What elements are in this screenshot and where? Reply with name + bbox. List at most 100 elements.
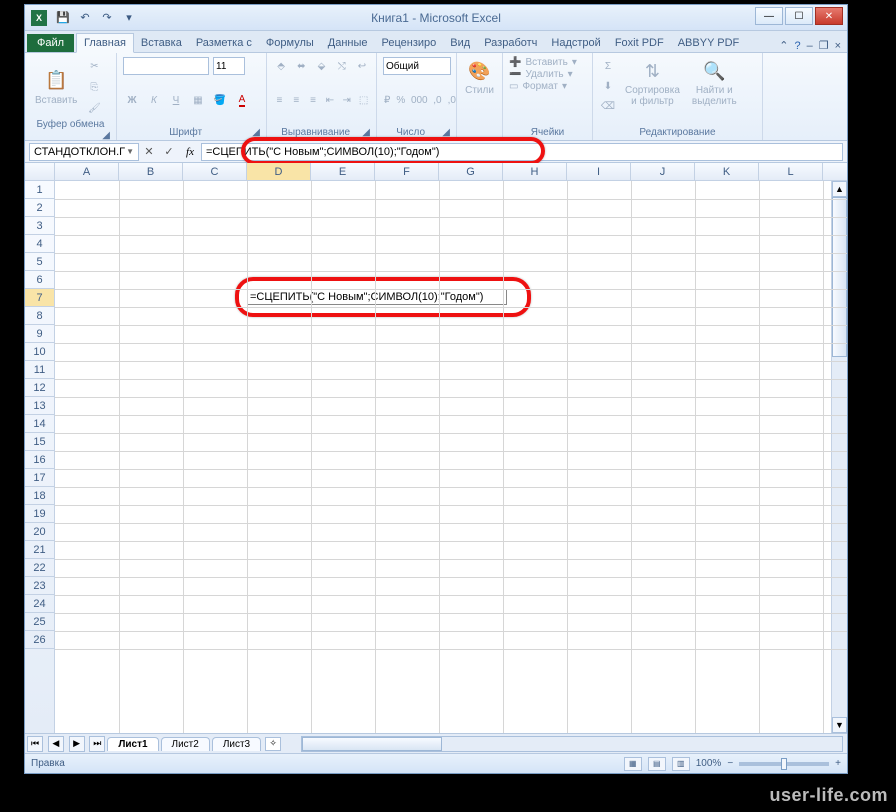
percent-icon[interactable]: % — [395, 91, 406, 109]
scroll-down-icon[interactable]: ▼ — [832, 717, 847, 733]
doc-min-icon[interactable]: – — [807, 40, 813, 52]
vertical-scrollbar[interactable]: ▲ ▼ — [831, 181, 847, 733]
row-header-4[interactable]: 4 — [25, 235, 54, 253]
tab-review[interactable]: Рецензиро — [375, 34, 444, 52]
row-header-6[interactable]: 6 — [25, 271, 54, 289]
row-header-26[interactable]: 26 — [25, 631, 54, 649]
col-header-D[interactable]: D — [247, 163, 311, 180]
tab-formulas[interactable]: Формулы — [259, 34, 321, 52]
ribbon-minimize-icon[interactable]: ⌃ — [779, 39, 788, 52]
row-header-15[interactable]: 15 — [25, 433, 54, 451]
cells-delete-button[interactable]: ➖Удалить▾ — [509, 69, 586, 80]
dec-decimal-icon[interactable]: ,0 — [447, 91, 457, 109]
col-header-C[interactable]: C — [183, 163, 247, 180]
cancel-formula-icon[interactable]: ✕ — [139, 145, 159, 158]
tab-home[interactable]: Главная — [76, 33, 134, 53]
tab-data[interactable]: Данные — [321, 34, 375, 52]
comma-icon[interactable]: 000 — [410, 91, 428, 109]
font-launcher-icon[interactable]: ◢ — [252, 127, 260, 138]
orientation-icon[interactable]: ⤭ — [334, 57, 350, 75]
inc-decimal-icon[interactable]: ,0 — [432, 91, 442, 109]
row-header-21[interactable]: 21 — [25, 541, 54, 559]
row-header-13[interactable]: 13 — [25, 397, 54, 415]
align-top-icon[interactable]: ⬘ — [273, 57, 289, 75]
clear-icon[interactable]: ⌫ — [599, 97, 617, 115]
tab-abbyy[interactable]: ABBYY PDF — [671, 34, 747, 52]
formula-input[interactable]: =СЦЕПИТЬ("С Новым";СИМВОЛ(10);"Годом") — [201, 143, 843, 161]
font-name-combo[interactable] — [123, 57, 209, 75]
sheet-tab-1[interactable]: Лист1 — [107, 737, 158, 751]
tab-page-layout[interactable]: Разметка с — [189, 34, 259, 52]
row-header-11[interactable]: 11 — [25, 361, 54, 379]
zoom-thumb[interactable] — [781, 758, 787, 770]
zoom-slider[interactable] — [739, 762, 829, 766]
new-sheet-icon[interactable]: ✧ — [265, 737, 281, 751]
tab-view[interactable]: Вид — [443, 34, 477, 52]
row-header-3[interactable]: 3 — [25, 217, 54, 235]
hscroll-thumb[interactable] — [302, 737, 442, 751]
fill-color-icon[interactable]: 🪣 — [211, 91, 229, 109]
clipboard-launcher-icon[interactable]: ◢ — [102, 130, 110, 141]
col-header-A[interactable]: A — [55, 163, 119, 180]
row-header-17[interactable]: 17 — [25, 469, 54, 487]
row-header-10[interactable]: 10 — [25, 343, 54, 361]
close-button[interactable]: ✕ — [815, 7, 843, 25]
qat-undo-icon[interactable]: ↶ — [77, 10, 93, 26]
tab-foxit[interactable]: Foxit PDF — [608, 34, 671, 52]
paste-button[interactable]: 📋 Вставить — [31, 67, 81, 108]
select-all-corner[interactable] — [25, 163, 55, 180]
sheet-tab-2[interactable]: Лист2 — [161, 737, 210, 751]
row-header-23[interactable]: 23 — [25, 577, 54, 595]
row-header-22[interactable]: 22 — [25, 559, 54, 577]
sort-filter-button[interactable]: ⇅ Сортировка и фильтр — [621, 57, 684, 109]
alignment-launcher-icon[interactable]: ◢ — [362, 127, 370, 138]
row-header-7[interactable]: 7 — [25, 289, 54, 307]
row-header-2[interactable]: 2 — [25, 199, 54, 217]
row-header-18[interactable]: 18 — [25, 487, 54, 505]
doc-close-icon[interactable]: × — [835, 40, 841, 52]
view-normal-icon[interactable]: ▦ — [624, 757, 642, 771]
row-header-24[interactable]: 24 — [25, 595, 54, 613]
active-cell-editor[interactable]: =СЦЕПИТЬ("С Новым";СИМВОЛ(10);"Годом") — [247, 289, 507, 305]
fill-icon[interactable]: ⬇ — [599, 77, 617, 95]
format-painter-icon[interactable]: 🖌 — [85, 99, 103, 117]
col-header-K[interactable]: K — [695, 163, 759, 180]
cut-icon[interactable]: ✂ — [85, 57, 103, 75]
qat-customize-icon[interactable]: ▾ — [121, 10, 137, 26]
col-header-G[interactable]: G — [439, 163, 503, 180]
row-header-25[interactable]: 25 — [25, 613, 54, 631]
align-right-icon[interactable]: ≡ — [307, 91, 320, 109]
align-center-icon[interactable]: ≡ — [290, 91, 303, 109]
tab-file[interactable]: Файл — [27, 34, 74, 52]
number-launcher-icon[interactable]: ◢ — [442, 127, 450, 138]
col-header-H[interactable]: H — [503, 163, 567, 180]
align-bottom-icon[interactable]: ⬙ — [313, 57, 329, 75]
fx-icon[interactable]: fx — [179, 146, 201, 158]
find-select-button[interactable]: 🔍 Найти и выделить — [688, 57, 741, 109]
scroll-up-icon[interactable]: ▲ — [832, 181, 847, 197]
copy-icon[interactable]: ⎘ — [85, 78, 103, 96]
maximize-button[interactable]: ☐ — [785, 7, 813, 25]
align-left-icon[interactable]: ≡ — [273, 91, 286, 109]
italic-icon[interactable]: К — [145, 91, 163, 109]
cells-format-button[interactable]: ▭Формат▾ — [509, 81, 586, 92]
currency-icon[interactable]: ₽ — [383, 91, 391, 109]
bold-icon[interactable]: Ж — [123, 91, 141, 109]
indent-inc-icon[interactable]: ⇥ — [340, 91, 353, 109]
qat-redo-icon[interactable]: ↷ — [99, 10, 115, 26]
view-page-layout-icon[interactable]: ▤ — [648, 757, 666, 771]
enter-formula-icon[interactable]: ✓ — [159, 145, 179, 158]
col-header-F[interactable]: F — [375, 163, 439, 180]
zoom-level[interactable]: 100% — [696, 758, 722, 769]
qat-save-icon[interactable]: 💾 — [55, 10, 71, 26]
col-header-B[interactable]: B — [119, 163, 183, 180]
row-header-16[interactable]: 16 — [25, 451, 54, 469]
row-header-8[interactable]: 8 — [25, 307, 54, 325]
autosum-icon[interactable]: Σ — [599, 57, 617, 75]
wrap-text-icon[interactable]: ↩ — [354, 57, 370, 75]
row-header-20[interactable]: 20 — [25, 523, 54, 541]
col-header-J[interactable]: J — [631, 163, 695, 180]
tab-developer[interactable]: Разработч — [477, 34, 544, 52]
row-header-12[interactable]: 12 — [25, 379, 54, 397]
name-box[interactable]: СТАНДОТКЛОН.Г ▼ — [29, 143, 139, 161]
